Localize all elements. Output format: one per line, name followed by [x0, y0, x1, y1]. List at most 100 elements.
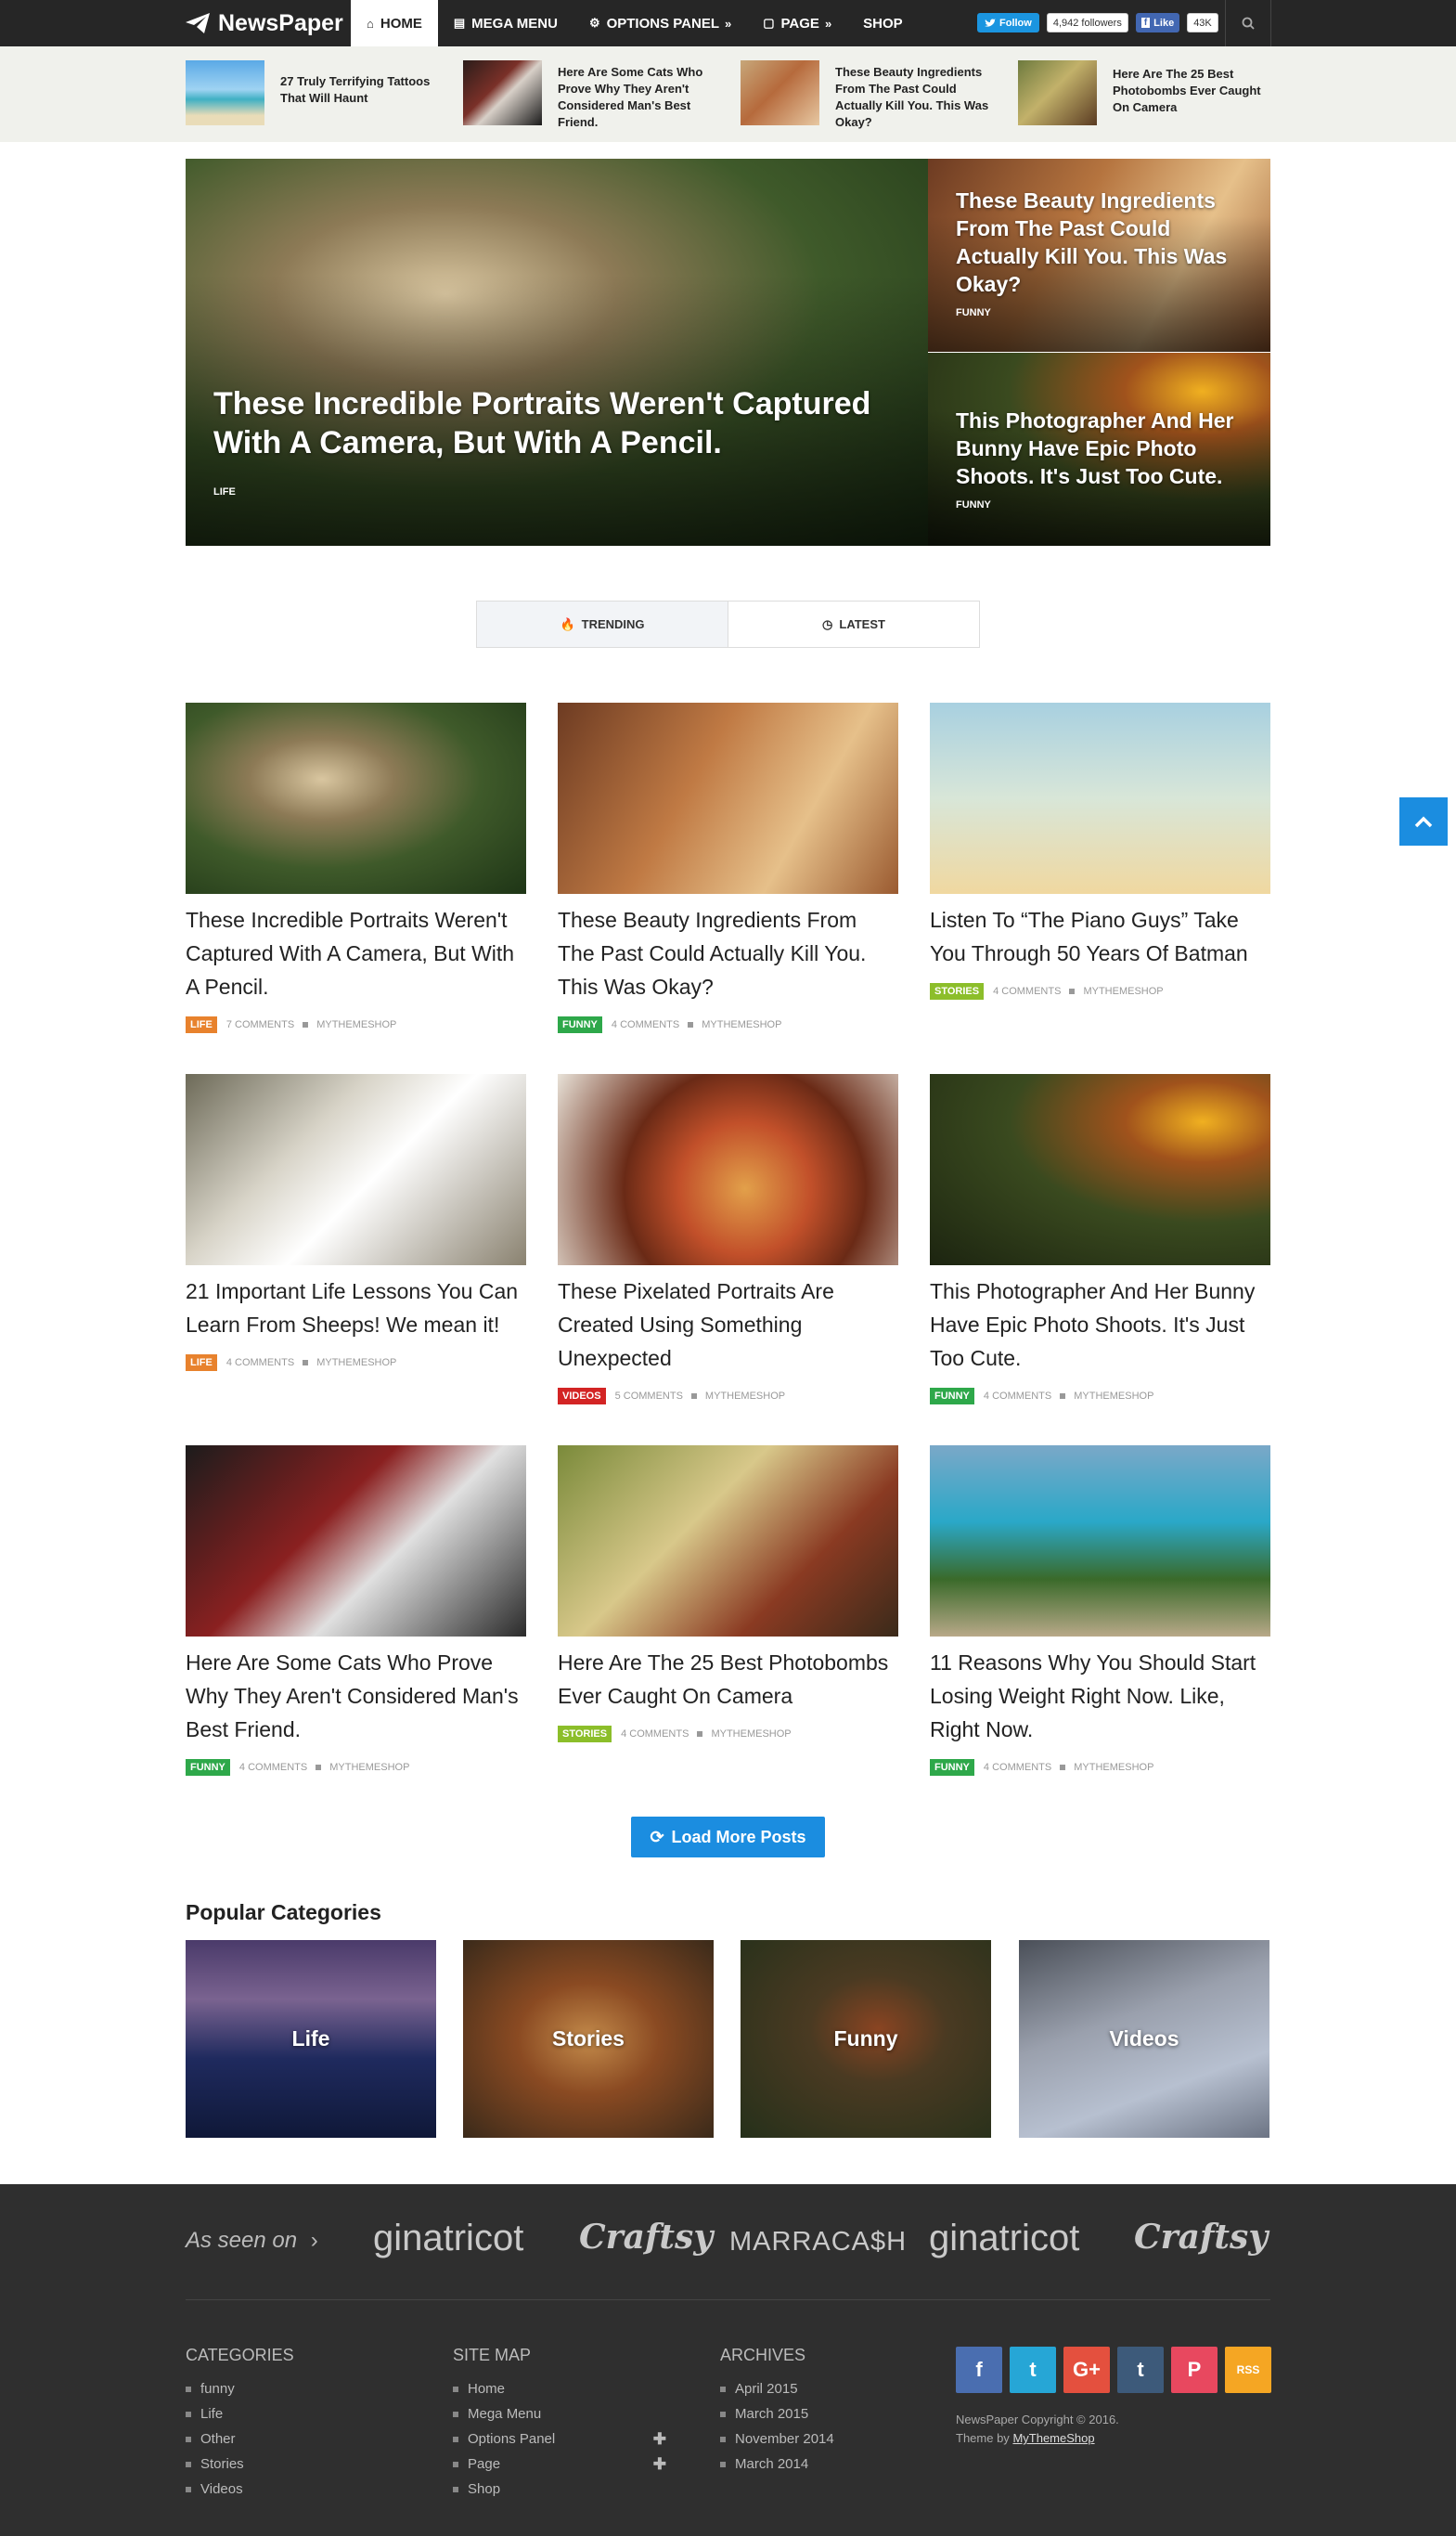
category-badge[interactable]: VIDEOS [558, 1388, 606, 1404]
footer-link[interactable]: Mega Menu [453, 2401, 666, 2426]
tab-latest[interactable]: ◷ LATEST [728, 602, 979, 647]
footer-link[interactable]: Other [186, 2426, 399, 2452]
nav-mega-menu[interactable]: ▤ MEGA MENU [438, 0, 573, 46]
expand-icon[interactable]: ✚ [653, 2426, 666, 2452]
hero-main-post[interactable]: These Incredible Portraits Weren't Captu… [186, 159, 928, 546]
category-badge[interactable]: FUNNY [558, 1016, 602, 1033]
footer-link[interactable]: Options Panel ✚ [453, 2426, 666, 2452]
post-author[interactable]: MYTHEMESHOP [329, 1762, 409, 1773]
post-title[interactable]: Here Are Some Cats Who Prove Why They Ar… [186, 1646, 526, 1746]
post-title[interactable]: This Photographer And Her Bunny Have Epi… [930, 1274, 1270, 1375]
tab-trending[interactable]: 🔥 TRENDING [477, 602, 728, 647]
rss-button[interactable]: RSS [1225, 2347, 1271, 2393]
post-title[interactable]: These Incredible Portraits Weren't Captu… [186, 903, 526, 1003]
search-button[interactable] [1225, 0, 1271, 46]
load-more-button[interactable]: ⟳ Load More Posts [631, 1817, 825, 1857]
post-author[interactable]: MYTHEMESHOP [1083, 986, 1163, 997]
post-author[interactable]: MYTHEMESHOP [316, 1357, 396, 1368]
ticker-title[interactable]: Here Are Some Cats Who Prove Why They Ar… [558, 60, 720, 131]
facebook-like-button[interactable]: f Like [1135, 13, 1180, 32]
facebook-button[interactable]: f [956, 2347, 1002, 2393]
post-author[interactable]: MYTHEMESHOP [1074, 1762, 1153, 1773]
footer-link[interactable]: funny [186, 2376, 399, 2401]
ticker-thumbnail[interactable] [463, 60, 542, 125]
nav-shop[interactable]: SHOP [847, 0, 919, 46]
post-thumbnail[interactable] [186, 1074, 526, 1265]
post-title[interactable]: 11 Reasons Why You Should Start Losing W… [930, 1646, 1270, 1746]
post-title[interactable]: These Beauty Ingredients From The Past C… [558, 903, 898, 1003]
ticker-title[interactable]: These Beauty Ingredients From The Past C… [835, 60, 998, 131]
post-author[interactable]: MYTHEMESHOP [316, 1019, 396, 1030]
category-badge[interactable]: LIFE [186, 1354, 217, 1371]
post-card[interactable]: These Incredible Portraits Weren't Captu… [186, 703, 526, 1033]
footer-link[interactable]: March 2015 [720, 2401, 934, 2426]
comment-count[interactable]: 7 COMMENTS [226, 1019, 294, 1030]
nav-home[interactable]: ⌂ HOME [351, 0, 438, 46]
footer-link[interactable]: Shop [453, 2477, 666, 2502]
comment-count[interactable]: 4 COMMENTS [226, 1357, 294, 1368]
ticker-thumbnail[interactable] [1018, 60, 1097, 125]
category-badge[interactable]: LIFE [186, 1016, 217, 1033]
ticker-item[interactable]: These Beauty Ingredients From The Past C… [741, 60, 998, 131]
category-badge[interactable]: FUNNY [186, 1759, 230, 1776]
expand-icon[interactable]: ✚ [653, 2452, 666, 2477]
hero-main-title[interactable]: These Incredible Portraits Weren't Captu… [213, 384, 882, 462]
category-badge[interactable]: FUNNY [930, 1759, 974, 1776]
post-title[interactable]: 21 Important Life Lessons You Can Learn … [186, 1274, 526, 1341]
ticker-title[interactable]: Here Are The 25 Best Photobombs Ever Cau… [1113, 60, 1275, 125]
ticker-title[interactable]: 27 Truly Terrifying Tattoos That Will Ha… [280, 60, 443, 125]
post-author[interactable]: MYTHEMESHOP [711, 1728, 791, 1740]
post-thumbnail[interactable] [930, 703, 1270, 894]
post-card[interactable]: Here Are The 25 Best Photobombs Ever Cau… [558, 1445, 898, 1742]
twitter-button[interactable]: t [1010, 2347, 1056, 2393]
footer-link[interactable]: Stories [186, 2452, 399, 2477]
footer-link[interactable]: Life [186, 2401, 399, 2426]
category-label[interactable]: Stories [463, 1940, 714, 2138]
category-label[interactable]: Life [186, 1940, 436, 2138]
category-badge[interactable]: FUNNY [930, 1388, 974, 1404]
ticker-thumbnail[interactable] [741, 60, 819, 125]
post-thumbnail[interactable] [930, 1074, 1270, 1265]
post-card[interactable]: This Photographer And Her Bunny Have Epi… [930, 1074, 1270, 1404]
comment-count[interactable]: 4 COMMENTS [621, 1728, 689, 1740]
comment-count[interactable]: 4 COMMENTS [993, 986, 1061, 997]
twitter-follow-button[interactable]: Follow [977, 13, 1039, 32]
category-card-funny[interactable]: Funny [741, 1940, 991, 2138]
category-card-life[interactable]: Life [186, 1940, 436, 2138]
post-card[interactable]: 11 Reasons Why You Should Start Losing W… [930, 1445, 1270, 1776]
category-badge[interactable]: STORIES [930, 983, 985, 1000]
comment-count[interactable]: 4 COMMENTS [612, 1019, 679, 1030]
hero-main-category[interactable]: LIFE [213, 486, 236, 498]
comment-count[interactable]: 4 COMMENTS [984, 1391, 1051, 1402]
pinterest-button[interactable]: P [1171, 2347, 1218, 2393]
post-thumbnail[interactable] [930, 1445, 1270, 1637]
category-label[interactable]: Funny [741, 1940, 991, 2138]
post-card[interactable]: Listen To “The Piano Guys” Take You Thro… [930, 703, 1270, 1000]
post-author[interactable]: MYTHEMESHOP [702, 1019, 781, 1030]
post-thumbnail[interactable] [558, 1445, 898, 1637]
comment-count[interactable]: 5 COMMENTS [615, 1391, 683, 1402]
category-card-videos[interactable]: Videos [1019, 1940, 1269, 2138]
hero-side-post[interactable]: These Beauty Ingredients From The Past C… [928, 159, 1270, 352]
category-label[interactable]: Videos [1019, 1940, 1269, 2138]
tumblr-button[interactable]: t [1117, 2347, 1164, 2393]
footer-link[interactable]: April 2015 [720, 2376, 934, 2401]
ticker-item[interactable]: Here Are The 25 Best Photobombs Ever Cau… [1018, 60, 1275, 125]
comment-count[interactable]: 4 COMMENTS [984, 1762, 1051, 1773]
hero-side-title[interactable]: These Beauty Ingredients From The Past C… [956, 187, 1234, 298]
nav-page[interactable]: ▢ PAGE » [747, 0, 847, 46]
nav-options-panel[interactable]: ⚙ OPTIONS PANEL » [573, 0, 747, 46]
footer-link[interactable]: Home [453, 2376, 666, 2401]
category-badge[interactable]: STORIES [558, 1726, 612, 1742]
post-author[interactable]: MYTHEMESHOP [705, 1391, 785, 1402]
post-author[interactable]: MYTHEMESHOP [1074, 1391, 1153, 1402]
post-title[interactable]: Here Are The 25 Best Photobombs Ever Cau… [558, 1646, 898, 1713]
footer-link[interactable]: Videos [186, 2477, 399, 2502]
theme-author-link[interactable]: MyThemeShop [1012, 2431, 1094, 2445]
post-title[interactable]: These Pixelated Portraits Are Created Us… [558, 1274, 898, 1375]
post-thumbnail[interactable] [186, 1445, 526, 1637]
footer-link[interactable]: Page ✚ [453, 2452, 666, 2477]
post-card[interactable]: Here Are Some Cats Who Prove Why They Ar… [186, 1445, 526, 1776]
ticker-item[interactable]: Here Are Some Cats Who Prove Why They Ar… [463, 60, 720, 131]
post-thumbnail[interactable] [186, 703, 526, 894]
